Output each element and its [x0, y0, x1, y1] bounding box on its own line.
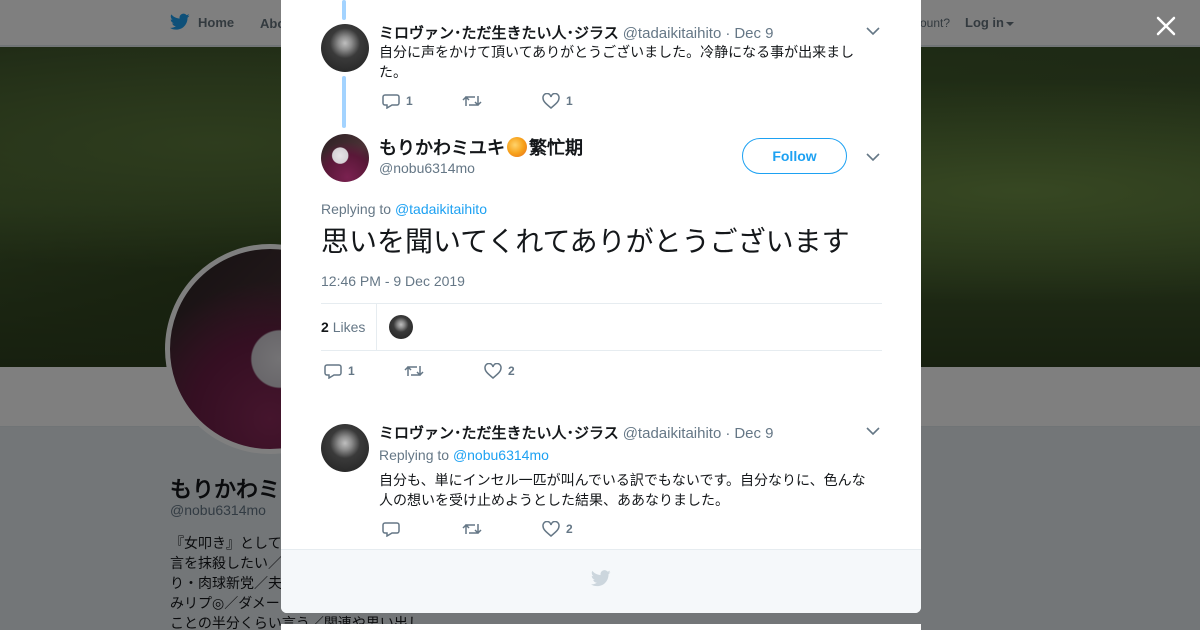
tweet-actions: 1 2	[324, 363, 564, 379]
author-name: もりかわミユキ	[379, 138, 505, 158]
likes-count: 2	[321, 319, 329, 335]
tweet-date[interactable]: Dec 9	[734, 425, 773, 442]
heart-icon	[542, 521, 560, 537]
author-name: ミロヴァン･ただ生きたい人･ジラス	[379, 25, 619, 42]
tweet-author[interactable]: ミロヴァン･ただ生きたい人･ジラス @tadaikitaihito · Dec 9	[379, 22, 774, 43]
author-name: ミロヴァン･ただ生きたい人･ジラス	[379, 425, 619, 442]
tweet-date[interactable]: Dec 9	[734, 25, 773, 42]
like-count: 2	[508, 364, 515, 378]
separator-dot: ·	[725, 425, 731, 442]
replying-to-prefix: Replying to	[379, 447, 450, 463]
thread-line	[342, 0, 346, 20]
modal-footer	[281, 549, 921, 613]
reply-count: 1	[348, 364, 355, 378]
flame-emoji-icon	[507, 137, 527, 157]
chevron-down-icon[interactable]	[865, 23, 881, 39]
avatar[interactable]	[321, 134, 369, 182]
main-tweet-author[interactable]: もりかわミユキ 繁忙期	[379, 134, 583, 160]
likes-label: Likes	[332, 319, 366, 335]
tweet-actions: 2	[382, 521, 622, 537]
tweet-stats: 2 Likes	[321, 303, 882, 351]
chevron-down-icon[interactable]	[865, 149, 881, 165]
reply-icon	[382, 522, 400, 537]
heart-icon	[484, 363, 502, 379]
retweet-icon	[462, 523, 482, 535]
tweet-text: 自分に声をかけて頂いてありがとうございました。冷静になる事が出来ました。	[379, 44, 855, 80]
like-button[interactable]: 1	[542, 93, 622, 109]
follow-button[interactable]: Follow	[742, 138, 847, 174]
reply-icon	[382, 94, 400, 109]
reply-icon	[324, 364, 342, 379]
avatar[interactable]	[321, 24, 369, 72]
liker-avatar[interactable]	[389, 315, 413, 339]
author-handle: @tadaikitaihito	[622, 425, 722, 442]
retweet-button[interactable]	[462, 93, 542, 109]
tweet-timestamp[interactable]: 12:46 PM - 9 Dec 2019	[321, 273, 465, 289]
author-handle[interactable]: @nobu6314mo	[379, 160, 475, 176]
author-handle: @tadaikitaihito	[622, 25, 722, 42]
replying-to: Replying to @nobu6314mo	[379, 447, 549, 463]
reply-button[interactable]: 1	[382, 93, 462, 109]
twitter-bird-icon	[591, 570, 611, 587]
retweet-icon	[462, 95, 482, 107]
main-tweet-text: 思いを聞いてくれてありがとうございます	[321, 226, 850, 257]
close-button[interactable]	[1150, 10, 1182, 42]
retweet-button[interactable]	[462, 521, 542, 537]
avatar[interactable]	[321, 424, 369, 472]
reply-count: 1	[406, 94, 413, 108]
like-count: 1	[566, 94, 573, 108]
author-name-suffix: 繁忙期	[529, 138, 583, 158]
like-button[interactable]: 2	[542, 521, 622, 537]
reply-button[interactable]	[382, 521, 462, 537]
retweet-button[interactable]	[404, 363, 484, 379]
close-icon	[1156, 16, 1176, 36]
tweet-author[interactable]: ミロヴァン･ただ生きたい人･ジラス @tadaikitaihito · Dec 9	[379, 422, 774, 443]
replying-to-link[interactable]: @nobu6314mo	[453, 447, 549, 463]
likes-stat[interactable]: 2 Likes	[321, 319, 365, 335]
chevron-down-icon[interactable]	[865, 423, 881, 439]
like-button[interactable]: 2	[484, 363, 564, 379]
replying-to-prefix: Replying to	[321, 201, 392, 217]
like-count: 2	[566, 522, 573, 536]
replying-to: Replying to @tadaikitaihito	[321, 201, 487, 217]
tweet-actions: 1 1	[382, 93, 622, 109]
divider	[376, 304, 377, 350]
heart-icon	[542, 93, 560, 109]
tweet-text: 自分も、単にインセル一匹が叫んでいる訳でもないです。自分なりに、色んな人の想いを…	[379, 472, 866, 508]
retweet-icon	[404, 365, 424, 377]
background-card-edge	[281, 624, 921, 630]
reply-button[interactable]: 1	[324, 363, 404, 379]
separator-dot: ·	[725, 25, 731, 42]
thread-line	[342, 76, 346, 128]
tweet-modal: ミロヴァン･ただ生きたい人･ジラス @tadaikitaihito · Dec 9 自…	[281, 0, 921, 613]
replying-to-link[interactable]: @tadaikitaihito	[395, 201, 487, 217]
